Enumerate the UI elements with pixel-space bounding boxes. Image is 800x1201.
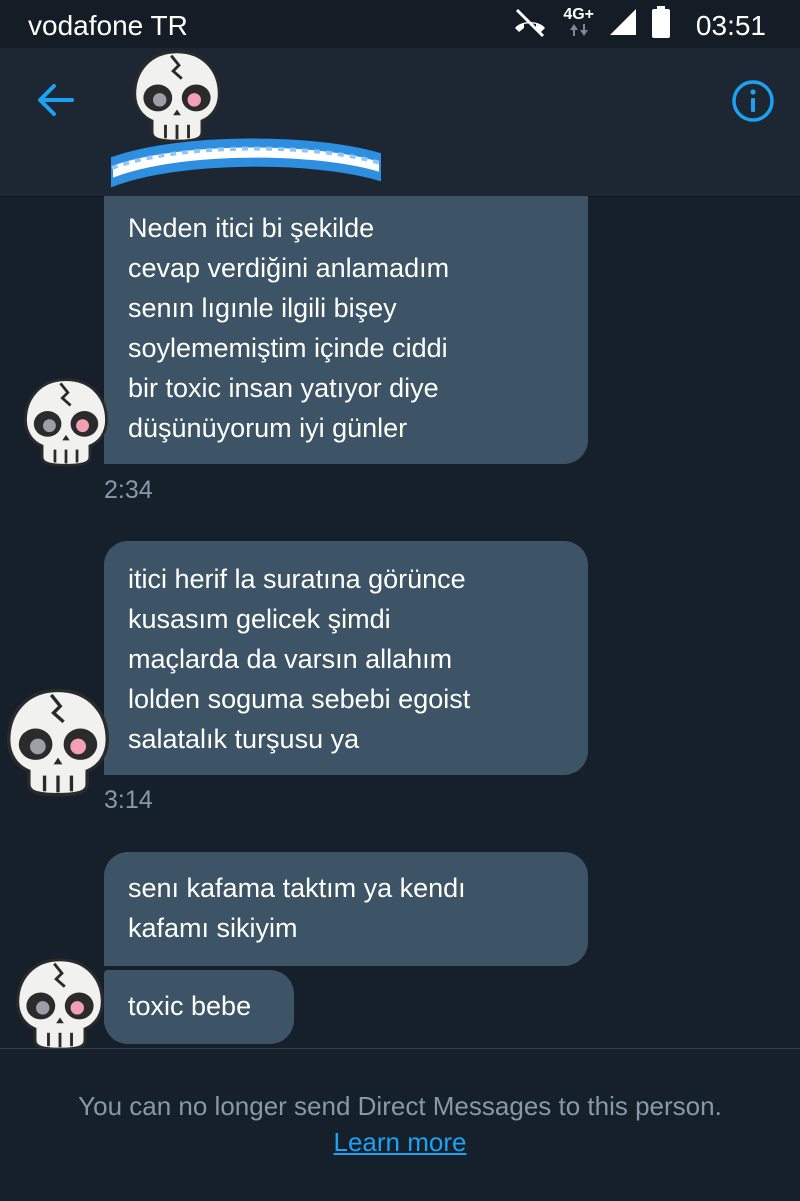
battery-icon bbox=[652, 6, 670, 38]
status-bar: vodafone TR 4G+ 03:51 bbox=[0, 0, 800, 48]
striped-flag-icon bbox=[111, 138, 381, 188]
skull-icon bbox=[12, 956, 108, 1052]
network-type-indicator: 4G+ bbox=[563, 7, 594, 37]
skull-icon bbox=[2, 686, 114, 798]
message-line: toxic bebe bbox=[128, 991, 252, 1021]
clock: 03:51 bbox=[695, 10, 766, 41]
message-list[interactable]: Neden itici bi şekilde cevap verdiğini a… bbox=[0, 196, 800, 1048]
arrow-left-icon bbox=[38, 84, 74, 116]
signal-bars-icon bbox=[610, 9, 636, 35]
message-bubble[interactable]: itici herif la suratına görünce kusasım … bbox=[104, 541, 588, 775]
message-line: soylememiştim içinde ciddi bbox=[128, 333, 448, 363]
message-line: senın lıgınle ilgili bişey bbox=[128, 293, 397, 323]
carrier-label: vodafone TR bbox=[28, 10, 188, 41]
dm-disabled-notice: You can no longer send Direct Messages t… bbox=[0, 1048, 800, 1201]
status-icons: 4G+ bbox=[511, 6, 670, 38]
conversation-header bbox=[0, 48, 800, 197]
message-line: maçlarda da varsın allahım bbox=[128, 644, 453, 674]
message-bubble[interactable]: senı kafama taktım ya kendı kafamı sikiy… bbox=[104, 852, 588, 966]
message-line: düşünüyorum iyi günler bbox=[128, 413, 408, 443]
info-button[interactable] bbox=[731, 79, 775, 128]
message-line: bir toxic insan yatıyor diye bbox=[128, 373, 439, 403]
sender-avatar[interactable] bbox=[12, 956, 108, 1057]
back-button[interactable] bbox=[36, 80, 76, 125]
sender-avatar[interactable] bbox=[2, 686, 114, 803]
skull-icon bbox=[20, 376, 112, 468]
message-line: Neden itici bi şekilde bbox=[128, 213, 375, 243]
data-arrows-icon bbox=[569, 24, 588, 36]
sender-avatar[interactable] bbox=[20, 376, 112, 473]
network-type-label: 4G+ bbox=[563, 6, 594, 23]
learn-more-link[interactable]: Learn more bbox=[0, 1127, 800, 1158]
message-line: kusasım gelicek şimdi bbox=[128, 604, 391, 634]
phone-muted-icon bbox=[515, 8, 546, 38]
info-circle-icon bbox=[732, 80, 774, 122]
message-line: salatalık turşusu ya bbox=[128, 724, 360, 754]
message-line: kafamı sikiyim bbox=[128, 913, 298, 943]
message-timestamp: 2:34 bbox=[104, 476, 153, 504]
flag-banner bbox=[108, 130, 384, 205]
message-line: senı kafama taktım ya kendı bbox=[128, 873, 466, 903]
message-bubble[interactable]: toxic bebe bbox=[104, 970, 294, 1044]
message-line: itici herif la suratına görünce bbox=[128, 564, 466, 594]
message-timestamp: 3:14 bbox=[104, 786, 153, 814]
message-bubble[interactable]: Neden itici bi şekilde cevap verdiğini a… bbox=[104, 196, 588, 464]
notice-text: You can no longer send Direct Messages t… bbox=[78, 1091, 722, 1121]
message-line: cevap verdiğini anlamadım bbox=[128, 253, 450, 283]
message-line: lolden soguma sebebi egoist bbox=[128, 684, 471, 714]
